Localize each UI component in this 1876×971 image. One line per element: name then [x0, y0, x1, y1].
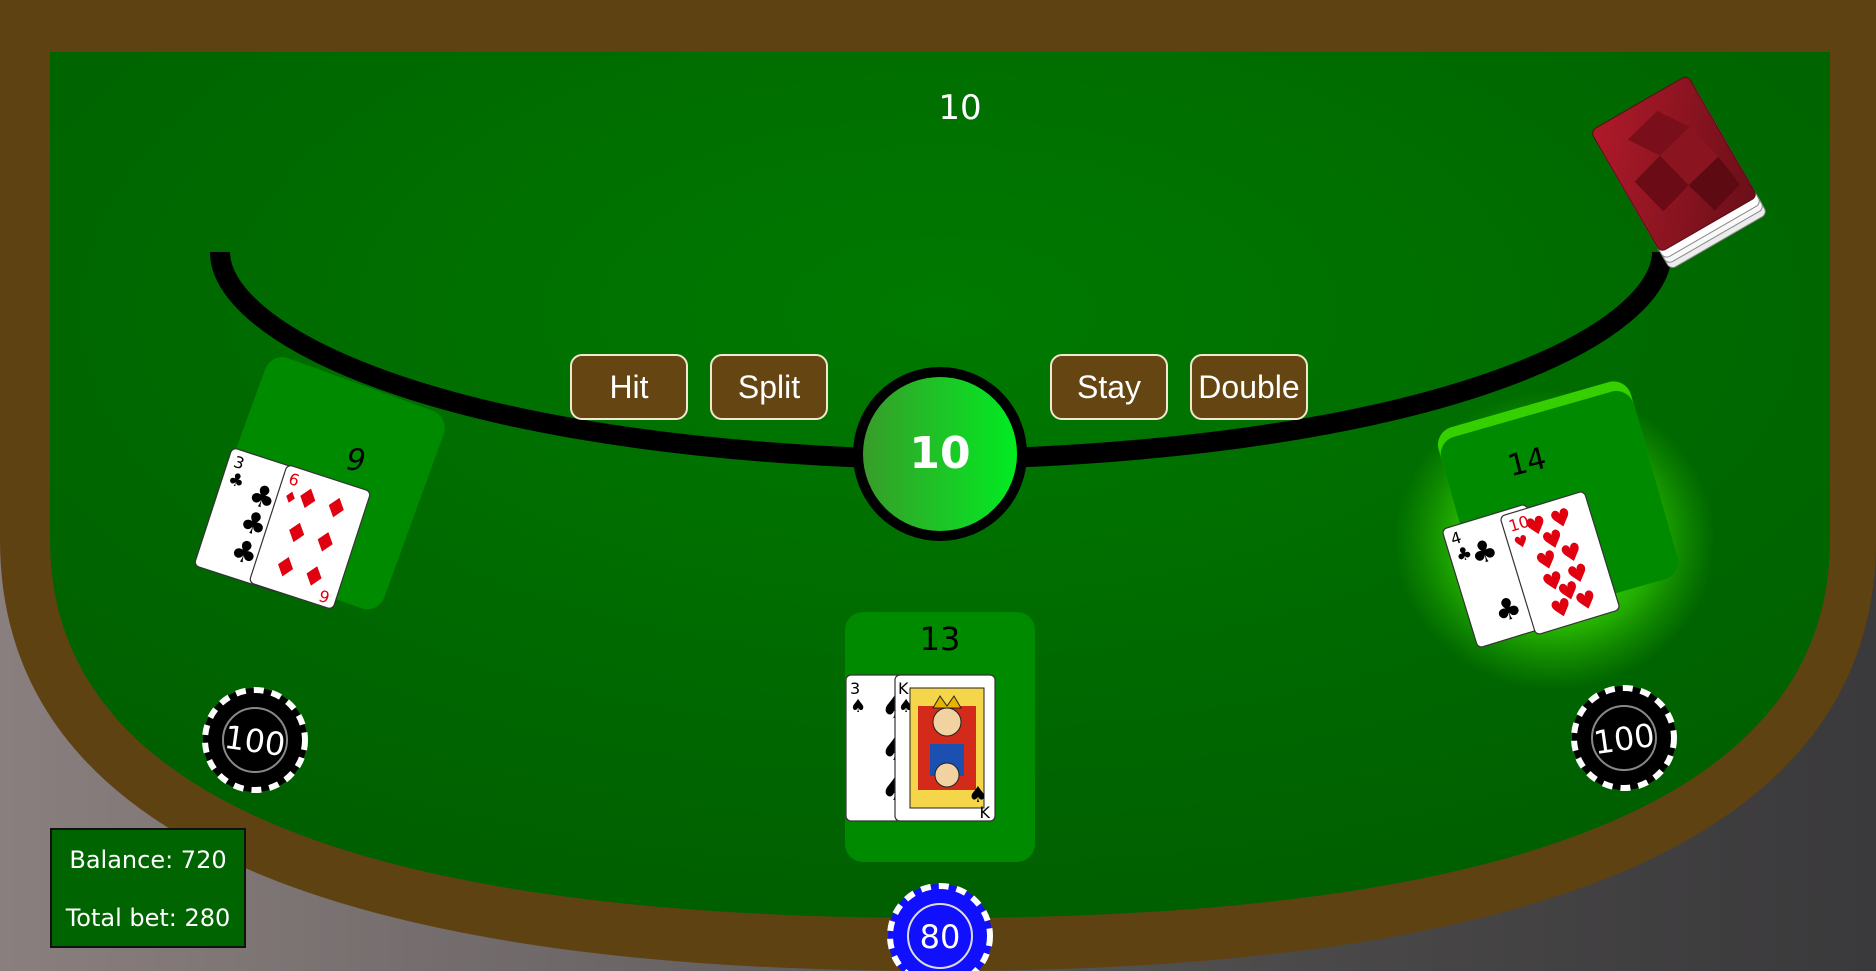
bet-chip-left[interactable]: 100: [202, 687, 308, 793]
total-bet-text: Total bet: 280: [65, 904, 231, 932]
hand-score-left: 9: [345, 442, 366, 478]
balance-text: Balance: 720: [69, 846, 227, 874]
dealer-score: 10: [938, 88, 982, 128]
stay-button[interactable]: Stay: [1050, 354, 1168, 420]
blackjack-table: 3 ♣ ♣ ♣ ♣ 6 ♦ ♦ ♦ ♦ ♦ ♦ ♦ 9 9 13 3 ♠ ♠ ♠…: [0, 0, 1876, 971]
center-value: 10: [909, 428, 971, 479]
svg-text:♠: ♠: [850, 696, 866, 717]
hit-button[interactable]: Hit: [570, 354, 688, 420]
card: K ♠ ♠ K: [894, 674, 996, 822]
status-panel: Balance: 720 Total bet: 280: [50, 828, 246, 948]
bet-chip-right[interactable]: 100: [1571, 685, 1677, 791]
bet-chip-middle-label: 80: [920, 918, 961, 956]
hand-score-middle: 13: [920, 620, 961, 658]
double-button[interactable]: Double: [1190, 354, 1308, 420]
split-button[interactable]: Split: [710, 354, 828, 420]
svg-text:K: K: [980, 803, 991, 822]
